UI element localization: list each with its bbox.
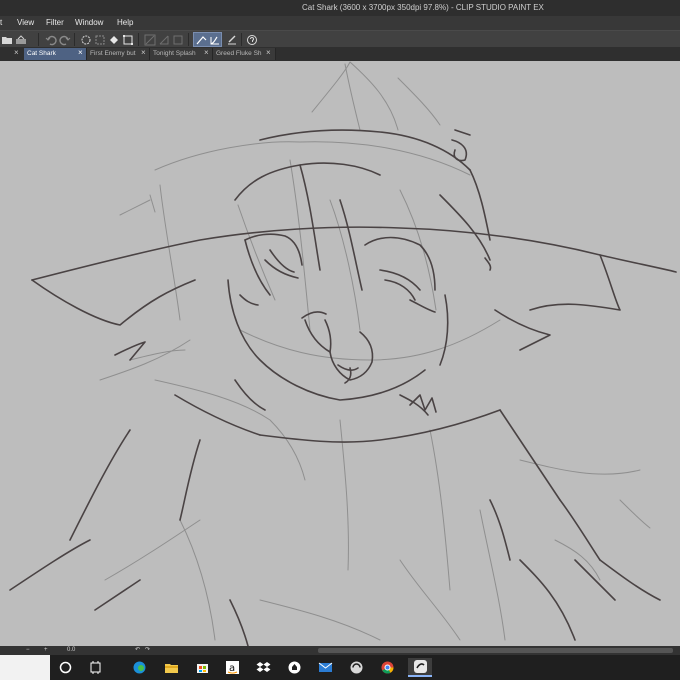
- help-icon[interactable]: [245, 33, 258, 46]
- snap-icon[interactable]: [157, 33, 170, 46]
- invert-selection-icon[interactable]: [93, 33, 106, 46]
- menu-item-help[interactable]: Help: [117, 17, 133, 29]
- dropbox-icon[interactable]: [254, 658, 273, 677]
- undo-icon[interactable]: [44, 33, 57, 46]
- ruler-icon[interactable]: [143, 33, 156, 46]
- window-title: Cat Shark (3600 x 3700px 350dpi 97.8%) -…: [302, 3, 544, 12]
- file-explorer-icon[interactable]: [162, 658, 181, 677]
- clip-studio-icon[interactable]: [347, 658, 366, 677]
- menu-bar: t View Filter Window Help: [0, 16, 680, 30]
- tab-label: Tonight Splash: [153, 50, 196, 57]
- mail-icon[interactable]: [316, 658, 335, 677]
- windows-search[interactable]: [0, 655, 50, 680]
- menu-item-filter[interactable]: Filter: [46, 17, 64, 29]
- menu-item-view[interactable]: View: [17, 17, 34, 29]
- drawing-canvas[interactable]: [0, 61, 680, 646]
- stabilization-icon[interactable]: [225, 33, 238, 46]
- document-tab-bar: × Cat Shark × First Enemy but × Tonight …: [0, 47, 680, 61]
- menu-item-window[interactable]: Window: [75, 17, 103, 29]
- store-icon[interactable]: [193, 658, 212, 677]
- rotate-left-icon[interactable]: ↶: [135, 646, 140, 655]
- zoom-in-icon[interactable]: +: [44, 646, 48, 655]
- open-folder-icon[interactable]: [0, 33, 13, 46]
- cortana-icon[interactable]: [56, 658, 75, 677]
- edge-icon[interactable]: [130, 658, 149, 677]
- window-title-bar: Cat Shark (3600 x 3700px 350dpi 97.8%) -…: [0, 0, 680, 16]
- close-icon[interactable]: ×: [78, 47, 83, 59]
- windows-taskbar: a: [0, 655, 680, 680]
- redo-icon[interactable]: [58, 33, 71, 46]
- fill-icon[interactable]: [107, 33, 120, 46]
- canvas-status-bar: − + 0.0 ↶ ↷: [0, 646, 680, 655]
- amazon-icon[interactable]: a: [223, 658, 242, 677]
- transform-icon[interactable]: [121, 33, 134, 46]
- tab-label: Cat Shark: [27, 50, 56, 57]
- zoom-value: 0.0: [67, 647, 76, 653]
- tab-label: Greed Fluke Sh: [216, 50, 262, 57]
- close-icon[interactable]: ×: [266, 47, 271, 59]
- clip-studio-paint-icon[interactable]: [408, 658, 432, 677]
- zoom-out-icon[interactable]: −: [26, 646, 30, 655]
- tab-label: First Enemy but: [90, 50, 136, 57]
- rotate-right-icon[interactable]: ↷: [145, 646, 150, 655]
- snap-special-icon[interactable]: [171, 33, 184, 46]
- close-icon[interactable]: ×: [141, 47, 146, 59]
- clear-selection-icon[interactable]: [79, 33, 92, 46]
- task-view-icon[interactable]: [86, 658, 105, 677]
- github-icon[interactable]: [285, 658, 304, 677]
- chrome-icon[interactable]: [378, 658, 397, 677]
- close-icon[interactable]: ×: [204, 47, 209, 59]
- close-icon[interactable]: ×: [14, 47, 19, 59]
- save-icon[interactable]: [14, 33, 27, 46]
- pen-mode-toggle-group[interactable]: [193, 32, 222, 47]
- horizontal-scrollbar[interactable]: [318, 648, 673, 653]
- sketch-artwork: [9, 61, 677, 646]
- command-bar: [0, 30, 680, 47]
- menu-item-edit[interactable]: t: [0, 17, 2, 29]
